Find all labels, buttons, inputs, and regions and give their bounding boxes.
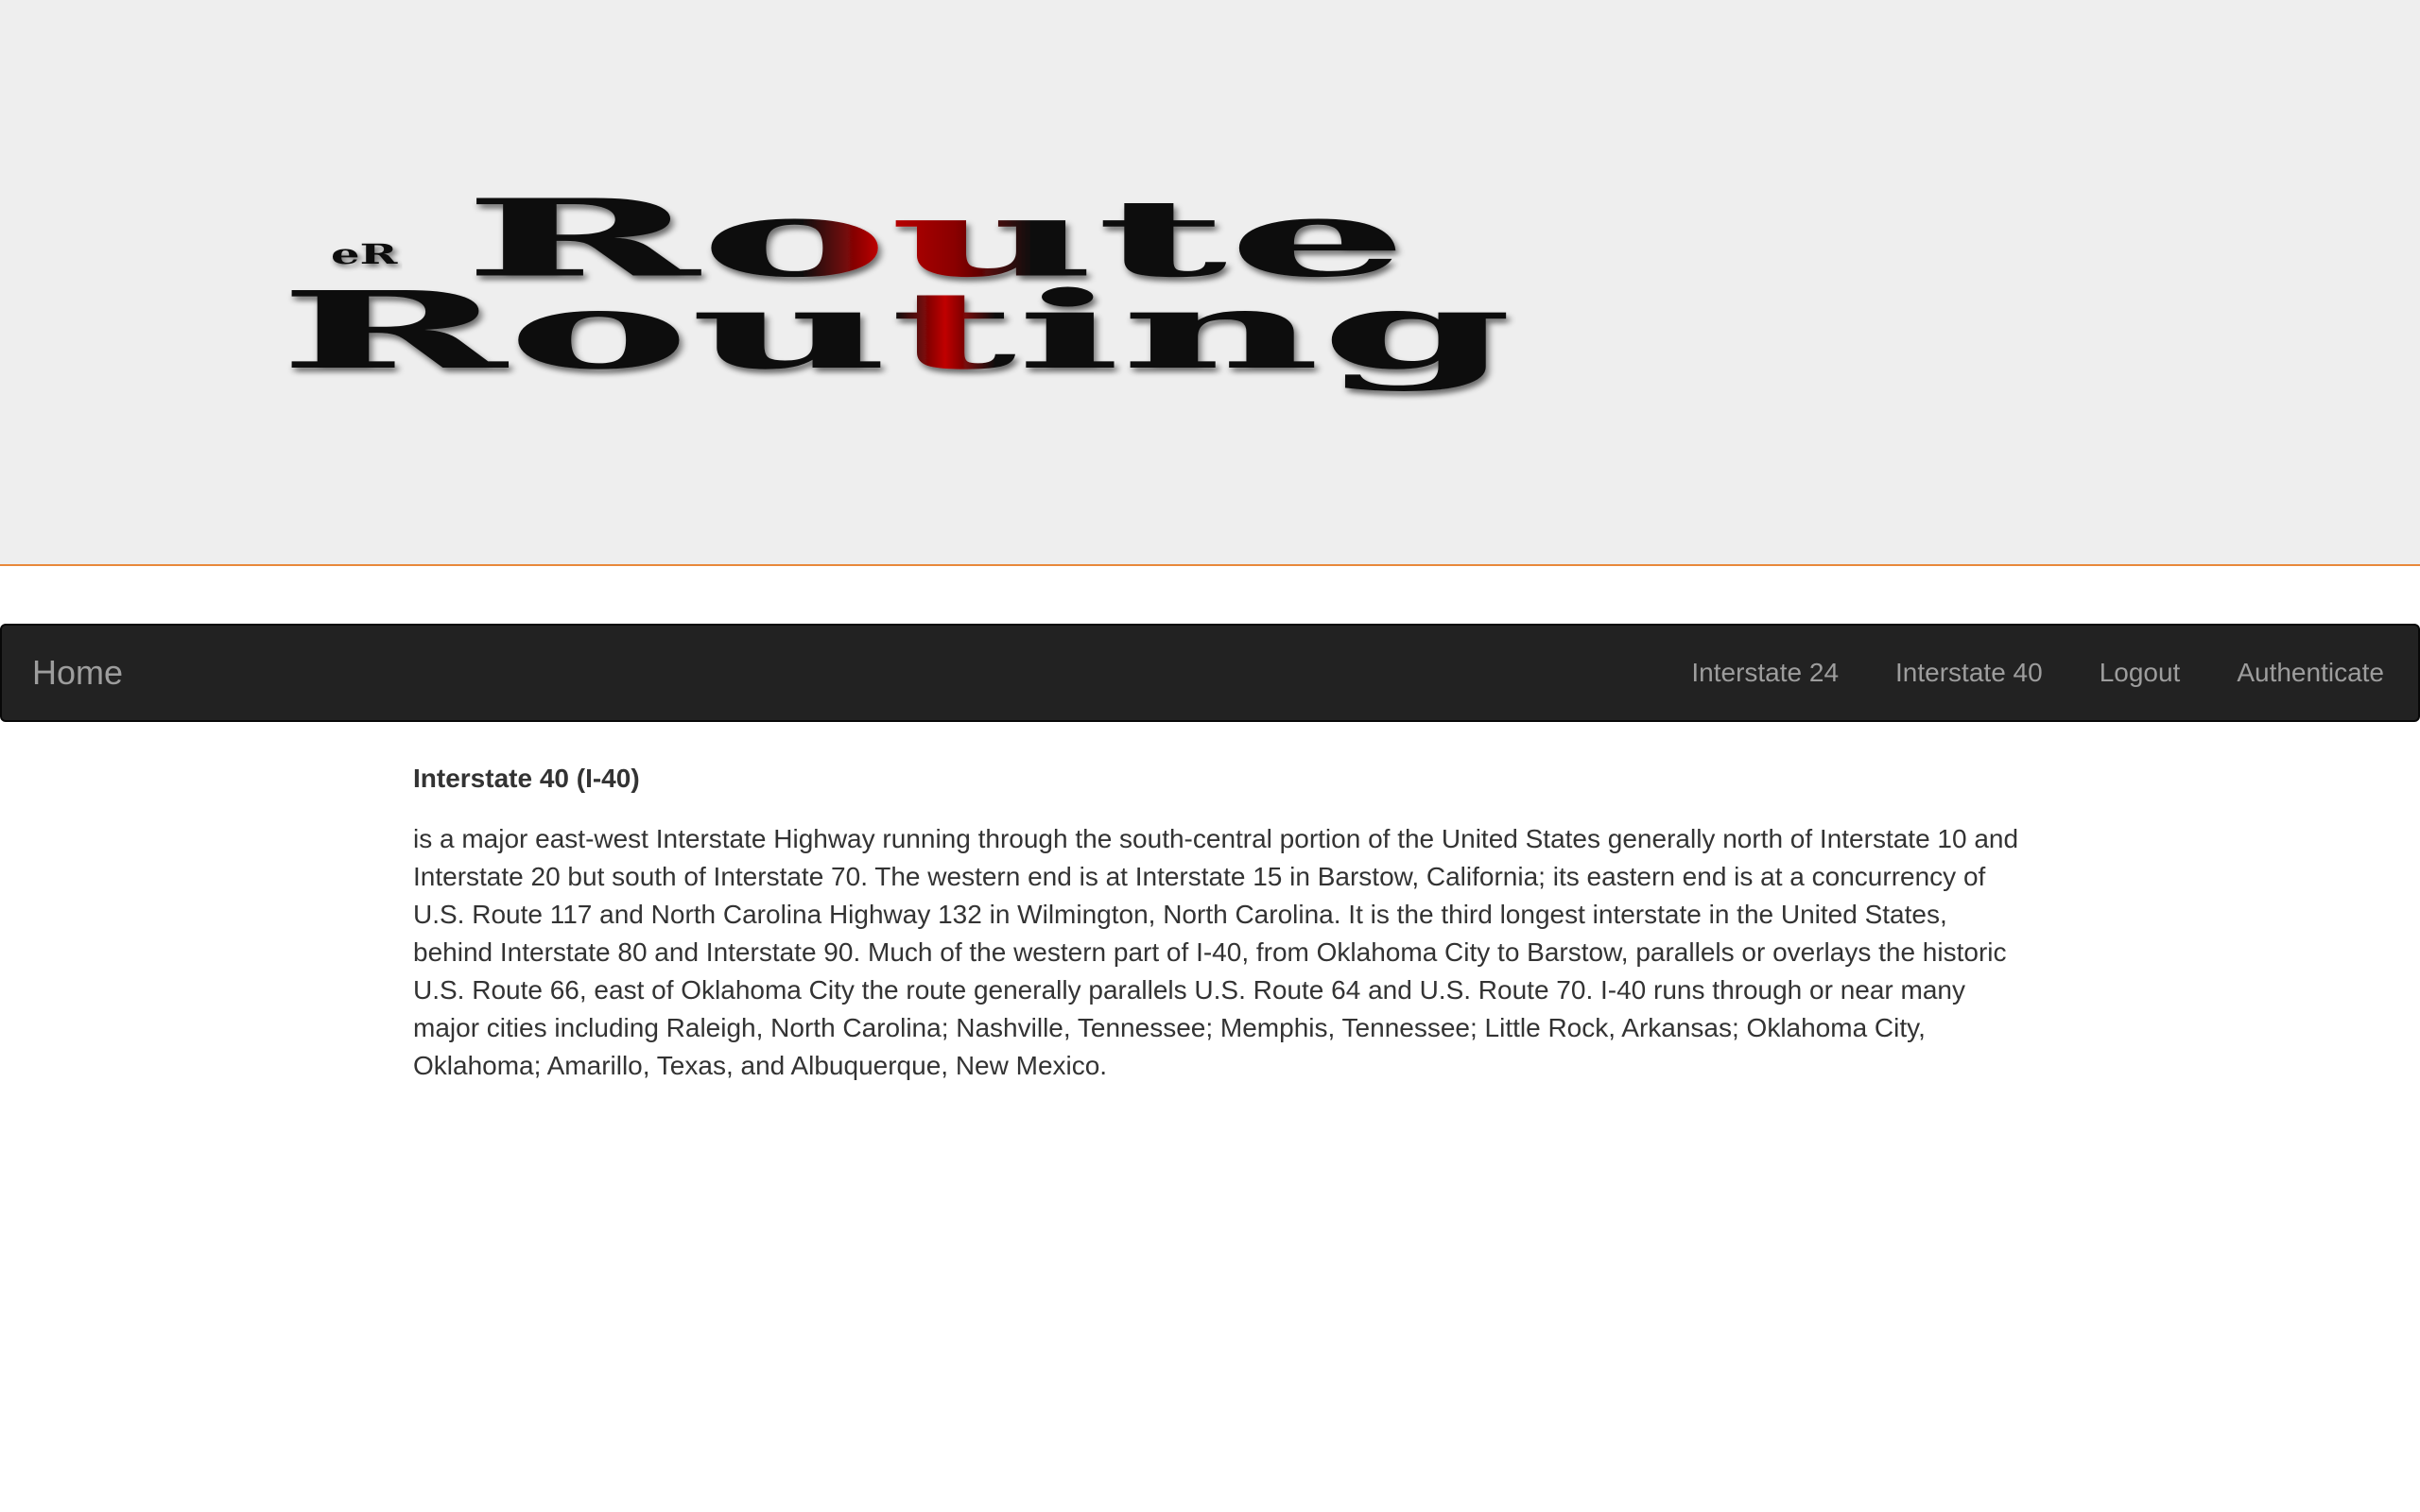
nav-links: Interstate 24 Interstate 40 Logout Authe… [1691,626,2384,720]
article-content: Interstate 40 (I-40) is a major east-wes… [413,756,2020,1085]
article-title: Interstate 40 (I-40) [413,764,640,793]
home-link[interactable]: Home [32,626,123,720]
site-logo: eR Route Routing [279,177,1512,394]
top-navbar: Home Interstate 24 Interstate 40 Logout … [0,624,2420,722]
header-banner: eR Route Routing [0,0,2420,566]
nav-link-logout[interactable]: Logout [2100,626,2181,720]
logo-small-mark: eR [331,239,399,270]
nav-link-interstate-40[interactable]: Interstate 40 [1895,626,2043,720]
article-body: is a major east-west Interstate Highway … [413,824,2019,1080]
nav-link-interstate-24[interactable]: Interstate 24 [1691,626,1839,720]
nav-link-authenticate[interactable]: Authenticate [2237,626,2384,720]
logo-line-2: Routing [279,269,1512,394]
